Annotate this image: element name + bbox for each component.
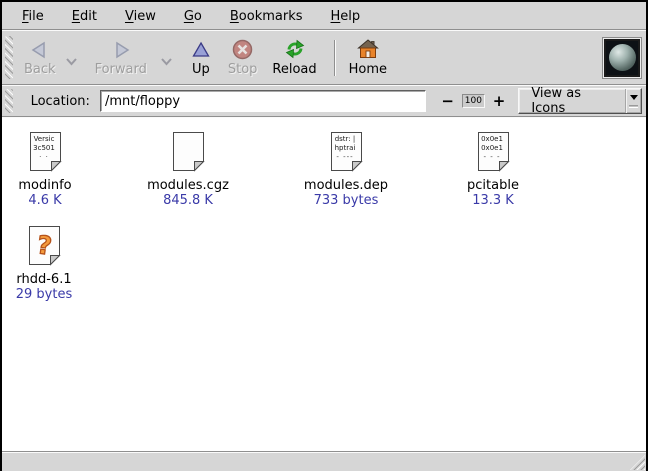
file-item-rhdd-6-1[interactable]: ? rhdd-6.1 29 bytes xyxy=(0,225,94,302)
menu-file[interactable]: File xyxy=(8,5,58,27)
throbber-sphere-icon xyxy=(609,44,636,71)
file-icon-view: Versic3c501· · modinfo 4.6 K modules.cgz… xyxy=(2,118,646,451)
file-size: 29 bytes xyxy=(0,287,94,302)
back-button[interactable]: Back xyxy=(20,37,60,79)
location-bar-drag-handle[interactable] xyxy=(5,89,13,113)
up-label: Up xyxy=(192,63,210,77)
toolbar-separator xyxy=(334,40,336,76)
dropdown-arrow-icon xyxy=(625,89,641,113)
stop-label: Stop xyxy=(228,63,258,77)
file-name: modinfo xyxy=(0,178,95,193)
file-name: rhdd-6.1 xyxy=(0,272,94,287)
reload-label: Reload xyxy=(272,63,316,77)
up-icon xyxy=(191,39,211,61)
location-bar: Location: − 100 + View as Icons xyxy=(2,86,646,116)
zoom-in-button[interactable]: + xyxy=(491,94,508,109)
forward-button[interactable]: Forward xyxy=(91,37,151,79)
file-item-pcitable[interactable]: 0x0e10x0e1- - - pcitable 13.3 K xyxy=(443,131,543,208)
back-icon xyxy=(30,39,50,61)
menu-help[interactable]: Help xyxy=(317,5,375,27)
zoom-level: 100 xyxy=(462,94,485,108)
menu-view[interactable]: View xyxy=(111,5,170,27)
menu-bookmarks[interactable]: Bookmarks xyxy=(216,5,317,27)
stop-icon xyxy=(232,39,253,61)
location-input[interactable] xyxy=(100,90,426,112)
zoom-out-button[interactable]: − xyxy=(439,94,456,109)
menu-go[interactable]: Go xyxy=(170,5,216,27)
throbber xyxy=(604,39,640,77)
file-size: 13.3 K xyxy=(443,193,543,208)
question-mark-icon: ? xyxy=(25,225,63,265)
file-manager-window: { "colors": { "window_bg": "#d6d6d6", "s… xyxy=(0,0,648,471)
home-label: Home xyxy=(349,63,387,77)
file-size: 733 bytes xyxy=(296,193,396,208)
home-button[interactable]: Home xyxy=(345,37,391,79)
home-icon xyxy=(357,39,379,61)
location-label: Location: xyxy=(31,94,90,109)
view-mode-dropdown[interactable]: View as Icons xyxy=(518,88,642,114)
document-icon xyxy=(172,131,205,172)
toolbar-drag-handle[interactable] xyxy=(5,36,13,78)
back-history-chevron-icon[interactable] xyxy=(65,55,78,70)
file-name: pcitable xyxy=(443,178,543,193)
file-item-modules-dep[interactable]: dstr: |hptrai- --- modules.dep 733 bytes xyxy=(296,131,396,208)
up-button[interactable]: Up xyxy=(187,37,215,79)
toolbar: Back Forward Up Stop xyxy=(2,31,646,84)
stop-button[interactable]: Stop xyxy=(224,37,262,79)
file-item-modules-cgz[interactable]: modules.cgz 845.8 K xyxy=(138,131,238,208)
resize-grip[interactable] xyxy=(630,455,645,470)
forward-icon xyxy=(111,39,131,61)
view-mode-label: View as Icons xyxy=(519,89,625,113)
menu-bar: File Edit View Go Bookmarks Help xyxy=(2,2,646,29)
file-name: modules.cgz xyxy=(138,178,238,193)
menu-edit[interactable]: Edit xyxy=(58,5,111,27)
reload-button[interactable]: Reload xyxy=(268,37,320,79)
back-label: Back xyxy=(24,63,56,77)
forward-history-chevron-icon[interactable] xyxy=(160,55,173,70)
forward-label: Forward xyxy=(95,63,147,77)
reload-icon xyxy=(284,39,306,61)
file-name: modules.dep xyxy=(296,178,396,193)
file-size: 845.8 K xyxy=(138,193,238,208)
file-item-modinfo[interactable]: Versic3c501· · modinfo 4.6 K xyxy=(0,131,95,208)
file-size: 4.6 K xyxy=(0,193,95,208)
status-bar xyxy=(2,453,646,471)
